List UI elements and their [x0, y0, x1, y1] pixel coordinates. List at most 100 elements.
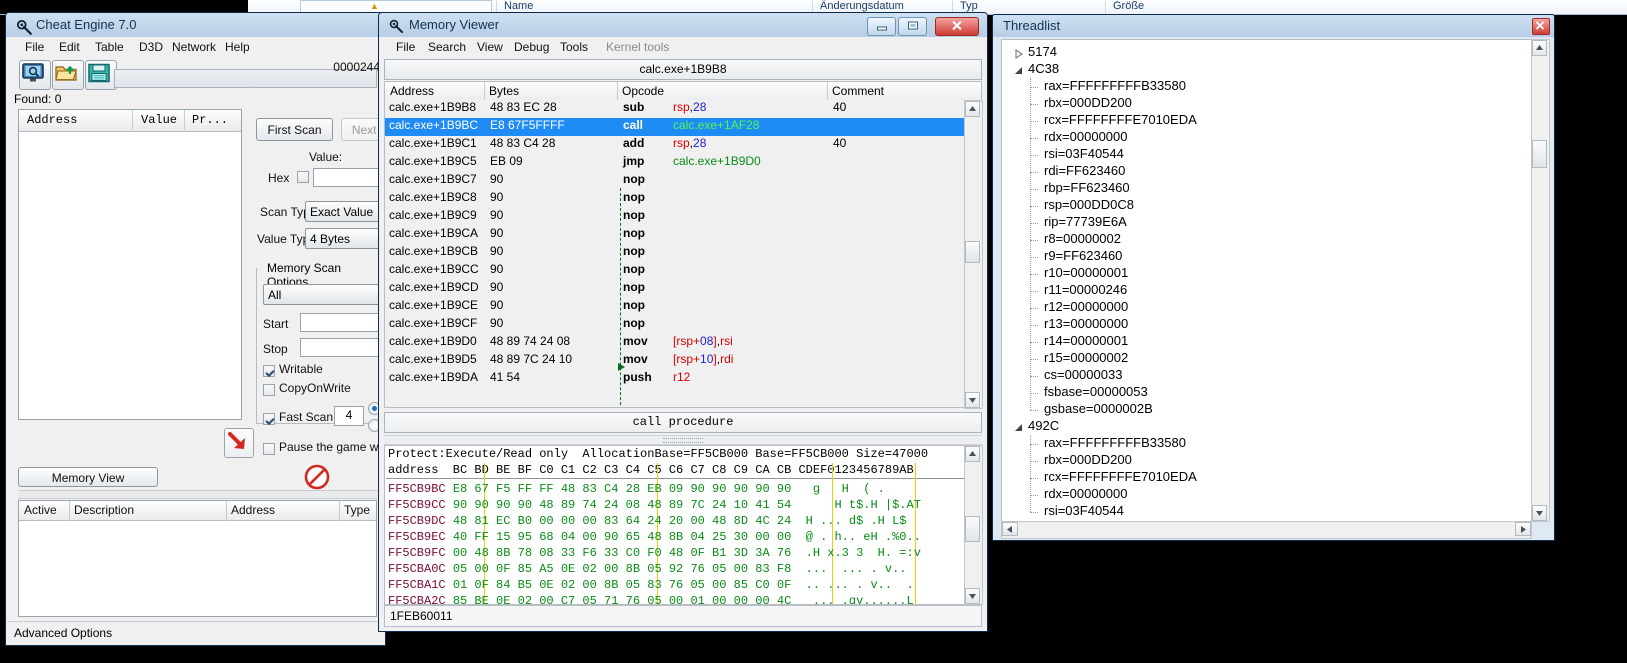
panel-splitter[interactable] [18, 490, 378, 499]
scan-type-select[interactable]: Exact Value [305, 201, 385, 222]
thread-register-item[interactable]: rsp=000DD0C8 [1044, 197, 1134, 212]
scroll-up-button[interactable] [965, 101, 980, 117]
add-address-arrow-icon[interactable] [224, 428, 254, 458]
tl-scroll-down-button[interactable] [1532, 505, 1547, 521]
threadlist-hscrollbar[interactable] [1001, 521, 1532, 539]
thread-register-item[interactable]: rdx=00000000 [1044, 486, 1128, 501]
maximize-button[interactable] [898, 17, 927, 36]
disassembly-scrollbar[interactable] [964, 100, 983, 409]
disasm-column-opcode[interactable]: Opcode [622, 84, 664, 98]
tl-scroll-left-button[interactable] [1002, 522, 1018, 536]
scan-value-input[interactable] [313, 168, 385, 187]
disassembly-row[interactable]: calc.exe+1B9BCE8 67F5FFFFcallcalc.exe+1A… [385, 118, 965, 136]
explorer-column-size[interactable]: Größe [1113, 0, 1144, 13]
disassembly-row[interactable]: calc.exe+1B9B848 83 EC 28subrsp,2840 [385, 100, 965, 118]
save-table-icon[interactable] [85, 60, 117, 90]
thread-register-item[interactable]: rcx=FFFFFFFFE7010EDA [1044, 469, 1197, 484]
thread-register-item[interactable]: rax=FFFFFFFFFB33580 [1044, 78, 1186, 93]
fast-scan-checkbox[interactable] [263, 413, 275, 425]
disassembly-row[interactable]: calc.exe+1B9CE90nop [385, 298, 965, 316]
disassembly-row[interactable]: calc.exe+1B9CA90nop [385, 226, 965, 244]
table-column-active[interactable]: Active [24, 503, 57, 517]
disassembly-row[interactable]: calc.exe+1B9CC90nop [385, 262, 965, 280]
menu-d3d[interactable]: D3D [134, 39, 168, 55]
hex-scroll-up-button[interactable] [965, 446, 980, 462]
hex-dump-scrollbar[interactable] [964, 445, 983, 605]
fast-scan-alignment-input[interactable]: 4 [334, 406, 364, 426]
table-column-type[interactable]: Type [344, 503, 370, 517]
disassembly-row[interactable]: calc.exe+1B9DA41 54pushr12 [385, 370, 965, 388]
thread-node[interactable]: 4C38 [1028, 61, 1059, 76]
hex-dump-row[interactable]: FF5CB9DC 48 81 EC B0 00 00 00 83 64 24 2… [388, 514, 907, 530]
menu-network[interactable]: Network [167, 39, 221, 55]
mv-menu-search[interactable]: Search [423, 39, 471, 55]
disasm-column-bytes[interactable]: Bytes [489, 84, 519, 98]
disasm-column-address[interactable]: Address [390, 84, 434, 98]
scan-region-select[interactable]: All [263, 284, 385, 305]
threadlist-close-button[interactable] [1532, 18, 1550, 35]
thread-register-item[interactable]: r13=00000000 [1044, 316, 1128, 331]
thread-register-item[interactable]: rsi=03F40544 [1044, 503, 1124, 518]
thread-register-item[interactable]: rbx=000DD200 [1044, 452, 1132, 467]
thread-register-item[interactable]: gsbase=0000002B [1044, 401, 1153, 416]
thread-register-item[interactable]: rbx=000DD200 [1044, 95, 1132, 110]
advanced-options-bar[interactable]: Advanced Options [7, 621, 384, 644]
scan-results-list[interactable]: Address Value Pr... [18, 109, 242, 420]
tl-scroll-up-button[interactable] [1532, 40, 1547, 56]
stop-address-input[interactable]: 0 [300, 338, 385, 357]
tl-scroll-right-button[interactable] [1515, 522, 1531, 536]
cheat-table-list[interactable]: Active Description Address Type [18, 500, 377, 617]
disassembly-row[interactable]: calc.exe+1B9D548 89 7C 24 10mov[rsp+10],… [385, 352, 965, 370]
writable-checkbox[interactable] [263, 365, 275, 377]
menu-help[interactable]: Help [220, 39, 255, 55]
disasm-column-comment[interactable]: Comment [832, 84, 884, 98]
menu-table[interactable]: Table [90, 39, 129, 55]
first-scan-button[interactable]: First Scan [256, 118, 333, 141]
hex-dump-pane[interactable]: Protect:Execute/Read only AllocationBase… [384, 445, 966, 605]
memory-view-button[interactable]: Memory View [18, 467, 158, 487]
threadlist-vscrollbar[interactable] [1531, 39, 1550, 522]
table-column-address[interactable]: Address [231, 503, 275, 517]
thread-register-item[interactable]: cs=00000033 [1044, 367, 1122, 382]
thread-register-item[interactable]: r11=00000246 [1044, 282, 1127, 297]
hex-dump-row[interactable]: FF5CB9BC E8 67 F5 FF FF 48 83 C4 28 EB 0… [388, 482, 885, 498]
memory-address-bar[interactable]: calc.exe+1B9B8 [384, 59, 982, 80]
thread-register-item[interactable]: rcx=FFFFFFFFE7010EDA [1044, 112, 1197, 127]
results-column-address[interactable]: Address [27, 113, 77, 127]
thread-node[interactable]: 492C [1028, 418, 1059, 433]
expand-collapse-closed-icon[interactable] [1014, 48, 1024, 62]
value-type-select[interactable]: 4 Bytes [305, 228, 385, 249]
tl-scrollbar-thumb[interactable] [1532, 140, 1547, 168]
disassembly-row[interactable]: calc.exe+1B9C5EB 09jmpcalc.exe+1B9D0 [385, 154, 965, 172]
thread-register-item[interactable]: rdi=FF623460 [1044, 163, 1125, 178]
thread-register-item[interactable]: rsi=03F40544 [1044, 146, 1124, 161]
mv-menu-debug[interactable]: Debug [509, 39, 554, 55]
hex-scroll-down-button[interactable] [965, 588, 980, 604]
thread-node[interactable]: 5174 [1028, 44, 1057, 59]
thread-register-item[interactable]: rip=77739E6A [1044, 214, 1127, 229]
mv-menu-file[interactable]: File [391, 39, 420, 55]
disassembly-list[interactable]: calc.exe+1B9B848 83 EC 28subrsp,2840calc… [384, 100, 966, 408]
mv-menu-view[interactable]: View [472, 39, 508, 55]
thread-register-item[interactable]: r15=00000002 [1044, 350, 1128, 365]
thread-register-item[interactable]: rax=FFFFFFFFFB33580 [1044, 435, 1186, 450]
disassembly-row[interactable]: calc.exe+1B9C790nop [385, 172, 965, 190]
mv-menu-tools[interactable]: Tools [555, 39, 593, 55]
threadlist-titlebar[interactable]: Threadlist [993, 15, 1554, 37]
results-column-previous[interactable]: Pr... [192, 113, 228, 127]
hex-dump-row[interactable]: FF5CB9FC 00 48 8B 78 08 33 F6 33 C0 F0 4… [388, 546, 921, 562]
minimize-button[interactable] [867, 17, 896, 36]
hex-dump-row[interactable]: FF5CB9EC 40 FF 15 95 68 04 00 90 65 48 8… [388, 530, 921, 546]
hex-dump-row[interactable]: FF5CBA1C 01 0F 84 B5 0E 02 00 8B 05 83 7… [388, 578, 914, 594]
disassembly-row[interactable]: calc.exe+1B9C990nop [385, 208, 965, 226]
thread-register-item[interactable]: r9=FF623460 [1044, 248, 1122, 263]
hex-scrollbar-thumb[interactable] [965, 516, 980, 542]
menu-file[interactable]: File [20, 39, 49, 55]
hex-checkbox[interactable] [297, 171, 309, 183]
close-button[interactable] [935, 17, 979, 36]
copyonwrite-checkbox[interactable] [263, 384, 275, 396]
disassembly-row[interactable]: calc.exe+1B9C890nop [385, 190, 965, 208]
process-select-icon[interactable] [19, 60, 51, 90]
hex-dump-row[interactable]: FF5CBA2C 85 BE 0E 02 00 C7 05 71 76 05 0… [388, 594, 914, 605]
results-column-value[interactable]: Value [141, 113, 177, 127]
